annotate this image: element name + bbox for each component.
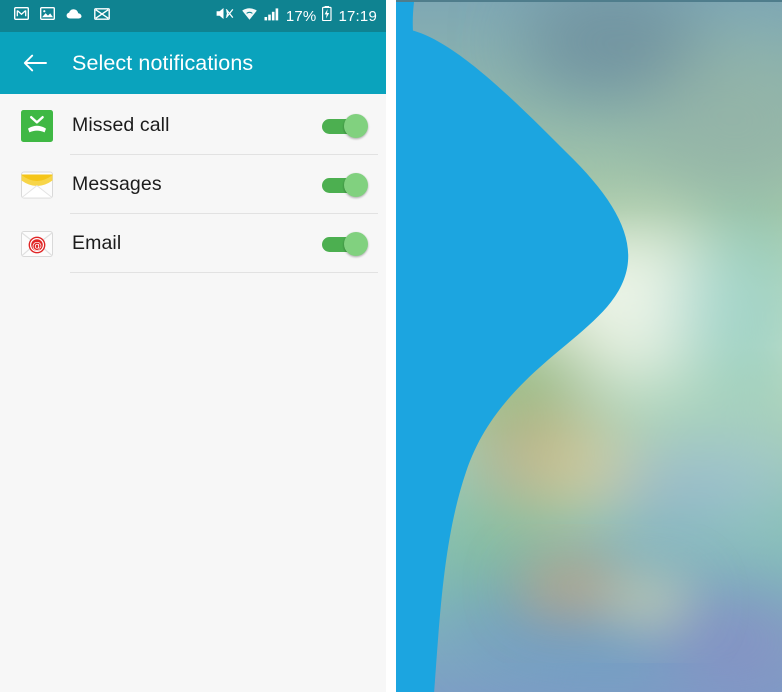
status-bar: 17% 17:19: [0, 0, 386, 32]
list-item-label: Email: [72, 232, 122, 254]
page-title: Select notifications: [72, 50, 254, 75]
list-item-email[interactable]: @ Email: [0, 214, 386, 273]
notification-options-list: Missed call Messages @ Email: [0, 94, 386, 273]
list-item-missed-call[interactable]: Missed call: [0, 96, 386, 155]
wifi-icon: [241, 7, 258, 26]
screenshot-root: 17% 17:19 Select notifications Missed ca…: [0, 0, 782, 692]
status-bar-clock: 17:19: [338, 7, 377, 25]
list-divider: [70, 272, 378, 273]
battery-charging-icon: [322, 6, 333, 26]
toggle-knob: [344, 172, 368, 197]
photo-icon: [39, 6, 56, 25]
toggle-messages[interactable]: [322, 172, 368, 197]
battery-percent-label: 17%: [285, 7, 317, 25]
missed-call-icon: [20, 109, 54, 143]
mute-icon: [215, 6, 235, 26]
panel-gap: [386, 0, 396, 692]
signal-icon: [264, 7, 280, 26]
toggle-missed-call[interactable]: [322, 113, 368, 138]
back-arrow-icon[interactable]: [22, 50, 48, 76]
toggle-knob: [344, 113, 368, 138]
cloud-icon: [66, 7, 83, 25]
list-item-label: Messages: [72, 173, 162, 195]
right-phone-lockscreen: Camila Rinaldi Missed call 18:27: [396, 0, 782, 692]
toggle-email[interactable]: [322, 231, 368, 256]
toggle-knob: [344, 231, 368, 256]
envelope-icon: [94, 7, 110, 25]
list-item-label: Missed call: [72, 114, 170, 136]
list-item-messages[interactable]: Messages: [0, 155, 386, 214]
status-bar-left-icons: [13, 6, 110, 25]
app-bar: Select notifications: [0, 32, 386, 94]
gmail-icon: [13, 6, 30, 25]
status-bar-right-icons: 17% 17:19: [215, 6, 377, 26]
blue-curve-shape: [396, 2, 629, 692]
svg-text:@: @: [32, 241, 42, 252]
email-icon: @: [20, 227, 54, 261]
messages-icon: [20, 168, 54, 202]
left-phone-settings-screen: 17% 17:19 Select notifications Missed ca…: [0, 0, 386, 692]
